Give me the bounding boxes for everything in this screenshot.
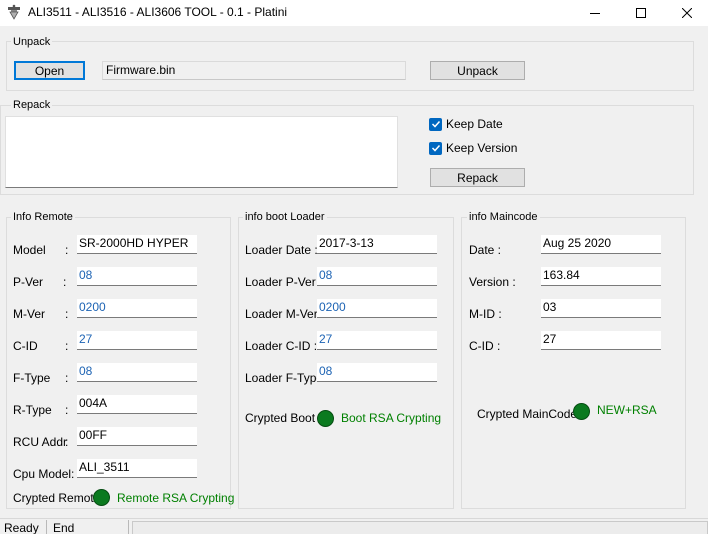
keep-version-label: Keep Version: [446, 141, 518, 155]
rtype-field[interactable]: 004A: [77, 395, 197, 414]
main-date-field[interactable]: Aug 25 2020: [541, 235, 661, 254]
status-separator: [128, 520, 129, 534]
main-cid-field[interactable]: 27: [541, 331, 661, 350]
main-mid-label: M-ID :: [469, 307, 502, 321]
title-bar: ALI3511 - ALI3516 - ALI3606 TOOL - 0.1 -…: [0, 0, 708, 26]
remote-crypt-status-led-icon: [93, 489, 110, 506]
keep-version-checkbox[interactable]: Keep Version: [429, 141, 517, 155]
maincode-group-label: info Maincode: [467, 211, 540, 224]
unpack-button[interactable]: Unpack: [430, 61, 525, 80]
remote-crypt-status: Remote RSA Crypting: [117, 491, 235, 505]
cid-field[interactable]: 27: [77, 331, 197, 350]
colon-separator: :: [65, 243, 69, 257]
info-remote-group-label: Info Remote: [11, 211, 75, 224]
loader-pver-field[interactable]: 08: [317, 267, 437, 286]
pver-field[interactable]: 08: [77, 267, 197, 286]
keep-date-checkbox[interactable]: Keep Date: [429, 117, 503, 131]
boot-crypt-status-led-icon: [317, 410, 334, 427]
mver-label: M-Ver: [13, 307, 46, 321]
repack-group-label: Repack: [11, 99, 53, 112]
repack-button[interactable]: Repack: [430, 168, 525, 187]
crypted-boot-label: Crypted Boot: [245, 411, 316, 425]
main-version-field[interactable]: 163.84: [541, 267, 661, 286]
maincode-group: [461, 217, 686, 509]
close-button[interactable]: [664, 0, 708, 26]
colon-separator: :: [63, 275, 67, 289]
repack-log-textarea[interactable]: [5, 116, 398, 188]
rcu-addr-field[interactable]: 00FF: [77, 427, 197, 446]
ftype-field[interactable]: 08: [77, 363, 197, 382]
model-label: Model: [13, 243, 46, 257]
crypted-remote-label: Crypted Remote: [13, 491, 101, 505]
pver-label: P-Ver: [13, 275, 44, 289]
main-version-label: Version :: [469, 275, 516, 289]
close-icon: [682, 8, 692, 18]
rcu-addr-label: RCU Addr: [13, 435, 68, 449]
cpu-model-field[interactable]: ALI_3511: [77, 459, 197, 478]
cpu-model-label: Cpu Model:: [13, 467, 75, 481]
loader-ftype-label: Loader F-Type:: [245, 371, 327, 385]
main-cid-label: C-ID :: [469, 339, 501, 353]
checkmark-icon: [429, 141, 442, 155]
status-separator: [46, 520, 47, 534]
colon-separator: :: [65, 435, 69, 449]
loader-date-field[interactable]: 2017-3-13: [317, 235, 437, 254]
crypted-maincode-label: Crypted MainCode: [477, 407, 578, 421]
maximize-icon: [636, 8, 646, 18]
colon-separator: :: [65, 403, 69, 417]
main-date-label: Date :: [469, 243, 502, 257]
mver-field[interactable]: 0200: [77, 299, 197, 318]
loader-cid-field[interactable]: 27: [317, 331, 437, 350]
cid-label: C-ID: [13, 339, 38, 353]
ftype-label: F-Type: [13, 371, 51, 385]
keep-date-label: Keep Date: [446, 117, 503, 131]
checkmark-icon: [429, 117, 442, 131]
tool-app-icon: [8, 4, 20, 20]
minimize-button[interactable]: [572, 0, 618, 26]
status-panel-ready: Ready: [4, 521, 39, 534]
status-panel-end: End: [53, 521, 75, 534]
colon-separator: :: [65, 339, 69, 353]
loader-pver-label: Loader P-Ver :: [245, 275, 323, 289]
firmware-file-field[interactable]: Firmware.bin: [102, 61, 406, 80]
boot-loader-group-label: info boot Loader: [243, 211, 327, 224]
main-mid-field[interactable]: 03: [541, 299, 661, 318]
status-panel-empty: [132, 521, 708, 534]
rtype-label: R-Type: [13, 403, 52, 417]
loader-date-label: Loader Date :: [245, 243, 318, 257]
unpack-group-label: Unpack: [11, 36, 53, 49]
status-bar: Ready End: [0, 518, 708, 534]
model-field[interactable]: SR-2000HD HYPER: [77, 235, 197, 254]
maximize-button[interactable]: [618, 0, 664, 26]
maincode-crypt-status-led-icon: [573, 403, 590, 420]
maincode-crypt-status: NEW+RSA: [597, 403, 657, 417]
colon-separator: :: [65, 371, 69, 385]
loader-mver-label: Loader M-Ver :: [245, 307, 325, 321]
open-button[interactable]: Open: [14, 61, 85, 80]
minimize-icon: [590, 13, 600, 14]
window-title: ALI3511 - ALI3516 - ALI3606 TOOL - 0.1 -…: [28, 5, 288, 19]
boot-crypt-status: Boot RSA Crypting: [341, 411, 442, 425]
colon-separator: :: [65, 307, 69, 321]
loader-ftype-field[interactable]: 08: [317, 363, 437, 382]
loader-mver-field[interactable]: 0200: [317, 299, 437, 318]
loader-cid-label: Loader C-ID :: [245, 339, 318, 353]
main-window-client: Unpack Open Firmware.bin Unpack Repack K…: [0, 26, 708, 518]
